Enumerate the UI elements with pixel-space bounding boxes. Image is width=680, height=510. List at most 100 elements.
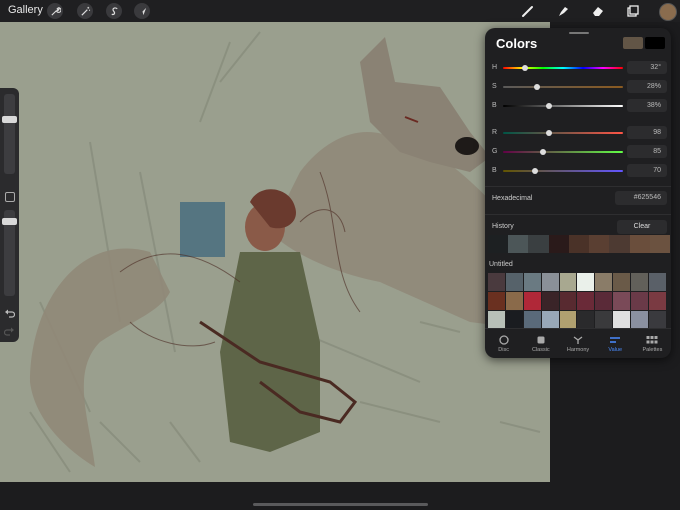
palette-swatch[interactable] [613,311,631,329]
rgb-label-g: G [492,148,498,155]
palette-swatch[interactable] [523,311,541,329]
hsb-label-s: S [492,83,497,90]
palette-swatch[interactable] [613,273,631,291]
square-modify-icon[interactable] [5,192,15,202]
palette-swatch[interactable] [649,311,666,329]
palette-swatch[interactable] [613,292,631,310]
smudge-icon[interactable] [554,2,572,20]
palette-swatch[interactable] [631,311,649,329]
palettes-grid-icon [646,335,658,345]
palette-swatch[interactable] [488,292,505,310]
layers-icon[interactable] [624,2,642,20]
gallery-button[interactable]: Gallery [8,4,43,16]
divider [485,214,671,215]
tab-classic[interactable]: Classic [522,330,559,358]
undo-icon[interactable] [4,308,15,318]
palette-swatch[interactable] [631,273,649,291]
palette-swatch[interactable] [488,311,505,329]
tab-disc[interactable]: Disc [485,330,522,358]
palette-swatch[interactable] [577,292,595,310]
slider-knob[interactable] [533,84,540,90]
palette-name: Untitled [489,261,513,268]
rgb-slider-g[interactable] [503,149,623,155]
slider-knob[interactable] [545,130,552,136]
history-swatch[interactable] [609,235,630,253]
palette-swatch[interactable] [541,292,559,310]
magic-wand-icon[interactable] [77,3,93,19]
hsb-slider-b[interactable] [503,103,623,109]
palette-swatch[interactable] [559,273,577,291]
primary-color-swatch[interactable] [623,37,643,49]
rgb-value-r[interactable]: 98 [627,126,667,139]
selection-s-icon[interactable] [106,3,122,19]
redo-icon[interactable] [4,326,15,336]
palette-swatch[interactable] [577,311,595,329]
brush-size-slider[interactable] [2,94,17,174]
palette-swatch[interactable] [505,273,523,291]
rgb-slider-r[interactable] [503,130,623,136]
palette-swatch[interactable] [595,311,613,329]
hsb-value-s[interactable]: 28% [627,80,667,93]
palette-swatch[interactable] [631,292,649,310]
palette-swatch[interactable] [541,273,559,291]
palette-swatch[interactable] [505,292,523,310]
hsb-value-b[interactable]: 38% [627,99,667,112]
history-swatch[interactable] [629,235,650,253]
tab-label: Palettes [642,347,663,353]
panel-grab-handle[interactable] [569,32,589,34]
clear-history-button[interactable]: Clear [617,220,667,234]
tab-label: Value [608,347,623,353]
history-swatch[interactable] [548,235,569,253]
palette-swatch[interactable] [505,311,523,329]
rgb-label-r: R [492,129,498,136]
divider [485,186,671,187]
palette-swatch[interactable] [577,273,595,291]
slider-knob[interactable] [545,103,552,109]
slider-knob[interactable] [521,65,528,71]
history-swatch[interactable] [568,235,590,253]
tab-value[interactable]: Value [597,330,634,358]
palette-swatch[interactable] [595,273,613,291]
eraser-icon[interactable] [589,2,607,20]
rgb-value-b[interactable]: 70 [627,164,667,177]
hsb-label-h: H [492,64,498,71]
history-swatch[interactable] [488,235,509,253]
history-swatch[interactable] [528,235,549,253]
value-sliders-icon [609,335,621,345]
palette-swatch[interactable] [541,311,559,329]
palette-swatch[interactable] [523,292,541,310]
slider-knob[interactable] [539,149,546,155]
rgb-slider-b[interactable] [503,168,623,174]
hsb-slider-s[interactable] [503,84,623,90]
secondary-color-swatch[interactable] [645,37,665,49]
current-color-swatch[interactable] [659,3,677,21]
brush-icon[interactable] [519,2,537,20]
arrow-cursor-icon[interactable] [134,3,150,19]
palette-swatch[interactable] [559,292,577,310]
palette-swatch[interactable] [595,292,613,310]
brush-size-knob[interactable] [2,116,17,123]
disc-icon [498,335,510,345]
hsb-slider-h[interactable] [503,65,623,71]
history-swatch[interactable] [508,235,529,253]
palette-swatch[interactable] [559,311,577,329]
tab-harmony[interactable]: Harmony [559,330,596,358]
history-swatch[interactable] [589,235,610,253]
palette-swatch[interactable] [523,273,541,291]
history-swatch[interactable] [649,235,670,253]
rgb-value-g[interactable]: 85 [627,145,667,158]
opacity-knob[interactable] [2,218,17,225]
wrench-icon[interactable] [47,3,63,19]
hex-input[interactable]: #625546 [615,191,667,205]
palette-swatch[interactable] [649,273,666,291]
tab-palettes[interactable]: Palettes [634,330,671,358]
palette-swatch[interactable] [488,273,505,291]
opacity-slider[interactable] [2,210,17,296]
slider-knob[interactable] [532,168,539,174]
drawing-canvas[interactable] [0,22,550,482]
home-indicator[interactable] [253,503,428,506]
canvas-artwork [29,31,550,473]
rgb-label-b: B [492,167,497,174]
palette-swatch[interactable] [649,292,666,310]
hsb-value-h[interactable]: 32° [627,61,667,74]
